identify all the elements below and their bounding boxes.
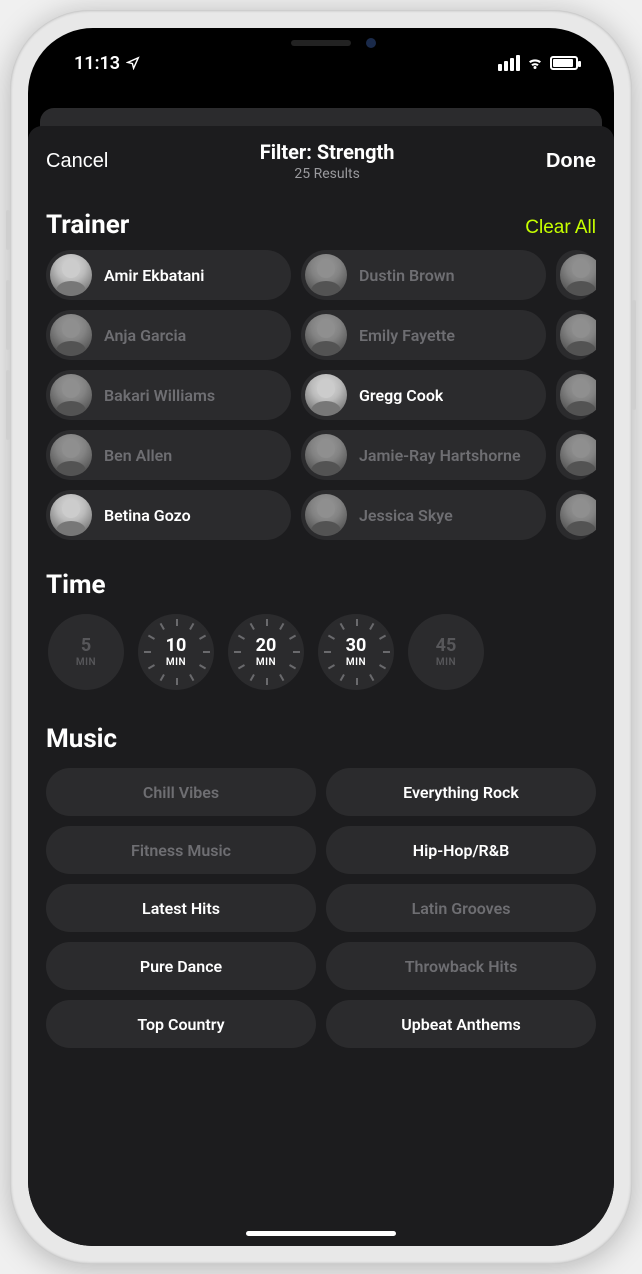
trainer-avatar (305, 374, 347, 416)
phone-frame: 11:13 Cancel Filter: Strength 25 Results… (10, 10, 632, 1264)
clear-all-button[interactable]: Clear All (525, 217, 596, 239)
trainer-chip[interactable]: Dustin Brown (301, 250, 546, 300)
time-unit-label: MIN (436, 657, 456, 668)
trainer-avatar (305, 494, 347, 536)
trainer-avatar (560, 434, 596, 476)
filter-sheet: Cancel Filter: Strength 25 Results Done … (28, 126, 614, 1246)
trainer-name-label: Emily Fayette (359, 326, 455, 345)
location-icon (126, 56, 140, 70)
volume-down-button (6, 370, 10, 440)
trainer-section-title: Trainer (46, 210, 129, 240)
trainer-avatar (50, 494, 92, 536)
trainer-chip[interactable]: Amir Ekbatani (46, 250, 291, 300)
trainer-chip[interactable]: Emily Fayette (301, 310, 546, 360)
trainer-avatar (305, 434, 347, 476)
trainer-chip-peek[interactable] (556, 370, 596, 420)
trainer-avatar (50, 254, 92, 296)
trainer-avatar (50, 374, 92, 416)
trainer-name-label: Jessica Skye (359, 506, 453, 525)
trainer-chip[interactable]: Ben Allen (46, 430, 291, 480)
time-chip-10[interactable]: 10MIN (138, 614, 214, 690)
time-chip-5[interactable]: 5 MIN (48, 614, 124, 690)
results-count: 25 Results (260, 166, 395, 182)
music-chip[interactable]: Latin Grooves (326, 884, 596, 932)
trainer-avatar (305, 254, 347, 296)
trainer-name-label: Anja Garcia (104, 326, 186, 345)
trainer-name-label: Betina Gozo (104, 506, 191, 525)
music-chip[interactable]: Pure Dance (46, 942, 316, 990)
trainer-chip[interactable]: Jessica Skye (301, 490, 546, 540)
trainer-chip[interactable]: Bakari Williams (46, 370, 291, 420)
music-section-title: Music (46, 724, 596, 754)
music-grid: Chill VibesEverything RockFitness MusicH… (46, 768, 596, 1048)
trainer-name-label: Bakari Williams (104, 386, 215, 405)
trainer-chip[interactable]: Anja Garcia (46, 310, 291, 360)
time-chip-45[interactable]: 45 MIN (408, 614, 484, 690)
time-unit-label: MIN (76, 657, 96, 668)
done-button[interactable]: Done (546, 150, 596, 173)
trainer-chip-peek[interactable] (556, 310, 596, 360)
time-row: 5 MIN 10MIN20MIN30MIN 45 MIN (46, 614, 596, 690)
trainer-chip-peek[interactable] (556, 490, 596, 540)
trainer-name-label: Dustin Brown (359, 266, 455, 285)
music-chip[interactable]: Chill Vibes (46, 768, 316, 816)
trainer-name-label: Gregg Cook (359, 386, 443, 405)
music-chip[interactable]: Hip-Hop/R&B (326, 826, 596, 874)
trainer-chip[interactable]: Betina Gozo (46, 490, 291, 540)
mute-switch (6, 210, 10, 250)
power-button (632, 300, 636, 410)
sheet-title: Filter: Strength (260, 140, 395, 164)
music-chip[interactable]: Fitness Music (46, 826, 316, 874)
trainer-avatar (560, 254, 596, 296)
cancel-button[interactable]: Cancel (46, 150, 108, 173)
trainer-grid[interactable]: Amir Ekbatani Anja Garcia Bakari Williams B… (46, 250, 596, 540)
trainer-chip-peek[interactable] (556, 430, 596, 480)
trainer-chip[interactable]: Jamie-Ray Hartshorne (301, 430, 546, 480)
trainer-avatar (560, 374, 596, 416)
music-chip[interactable]: Top Country (46, 1000, 316, 1048)
time-value: 45 (436, 637, 457, 655)
trainer-avatar (50, 434, 92, 476)
time-section-title: Time (46, 570, 596, 600)
music-chip[interactable]: Latest Hits (46, 884, 316, 932)
trainer-avatar (560, 494, 596, 536)
trainer-name-label: Jamie-Ray Hartshorne (359, 446, 521, 465)
home-indicator[interactable] (246, 1231, 396, 1236)
trainer-avatar (560, 314, 596, 356)
battery-icon (550, 56, 578, 70)
status-time: 11:13 (74, 53, 120, 74)
trainer-name-label: Amir Ekbatani (104, 266, 204, 285)
notch (211, 28, 431, 58)
trainer-chip-peek[interactable] (556, 250, 596, 300)
time-chip-30[interactable]: 30MIN (318, 614, 394, 690)
cellular-icon (498, 55, 520, 71)
trainer-chip[interactable]: Gregg Cook (301, 370, 546, 420)
music-chip[interactable]: Throwback Hits (326, 942, 596, 990)
time-value: 5 (81, 637, 91, 655)
volume-up-button (6, 280, 10, 350)
trainer-avatar (305, 314, 347, 356)
music-chip[interactable]: Upbeat Anthems (326, 1000, 596, 1048)
trainer-avatar (50, 314, 92, 356)
sheet-header: Cancel Filter: Strength 25 Results Done (28, 126, 614, 192)
trainer-name-label: Ben Allen (104, 446, 172, 465)
music-chip[interactable]: Everything Rock (326, 768, 596, 816)
wifi-icon (526, 54, 544, 72)
time-chip-20[interactable]: 20MIN (228, 614, 304, 690)
screen: 11:13 Cancel Filter: Strength 25 Results… (28, 28, 614, 1246)
